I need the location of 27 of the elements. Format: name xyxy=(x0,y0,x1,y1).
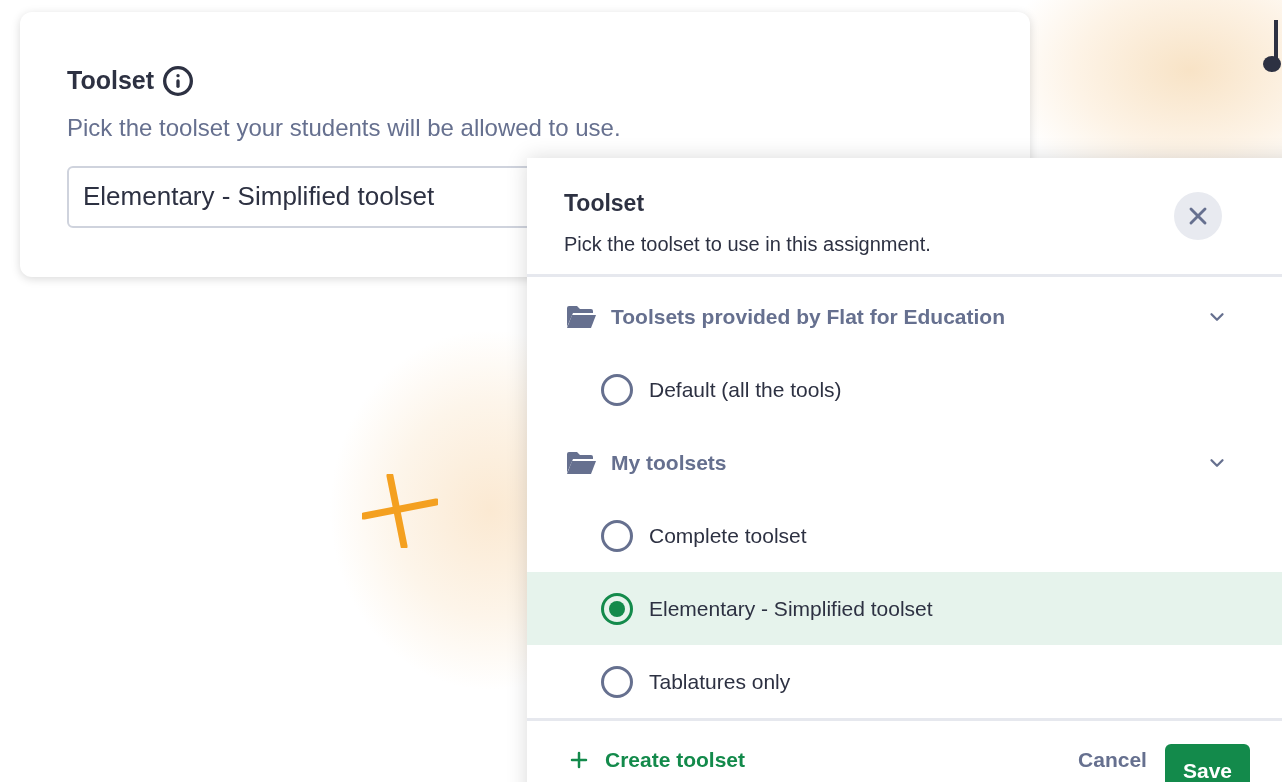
dialog-subtitle: Pick the toolset to use in this assignment. xyxy=(564,231,931,257)
option-label: Elementary - Simplified toolset xyxy=(649,595,933,622)
radio-button[interactable] xyxy=(601,373,633,406)
info-icon[interactable] xyxy=(162,64,195,97)
radio-button[interactable] xyxy=(601,665,633,698)
toolset-option[interactable]: Tablatures only xyxy=(527,645,1282,718)
dialog-title: Toolset xyxy=(564,189,646,218)
folder-group-header[interactable]: My toolsets xyxy=(527,426,1282,499)
option-label: Tablatures only xyxy=(649,668,791,695)
folder-icon xyxy=(565,303,597,330)
group-label: Toolsets provided by Flat for Education xyxy=(611,303,1006,330)
toolset-option[interactable]: Complete toolset xyxy=(527,499,1282,572)
group-label: My toolsets xyxy=(611,449,728,476)
card-description: Pick the toolset your students will be allowed to use. xyxy=(67,112,622,143)
toolset-option[interactable]: Elementary - Simplified toolset xyxy=(527,572,1282,645)
radio-button[interactable] xyxy=(601,519,633,552)
option-label: Complete toolset xyxy=(649,522,807,549)
close-button[interactable] xyxy=(1174,192,1222,240)
folder-group-header[interactable]: Toolsets provided by Flat for Education xyxy=(527,280,1282,353)
card-title: Toolset xyxy=(67,65,155,96)
cancel-button[interactable]: Cancel xyxy=(1076,744,1149,776)
create-toolset-button[interactable]: Create toolset xyxy=(567,744,746,776)
save-button[interactable]: Save xyxy=(1164,744,1250,782)
radio-button[interactable] xyxy=(601,592,633,625)
option-label: Default (all the tools) xyxy=(649,376,842,403)
folder-icon xyxy=(565,449,597,476)
toolset-option[interactable]: Default (all the tools) xyxy=(527,353,1282,426)
